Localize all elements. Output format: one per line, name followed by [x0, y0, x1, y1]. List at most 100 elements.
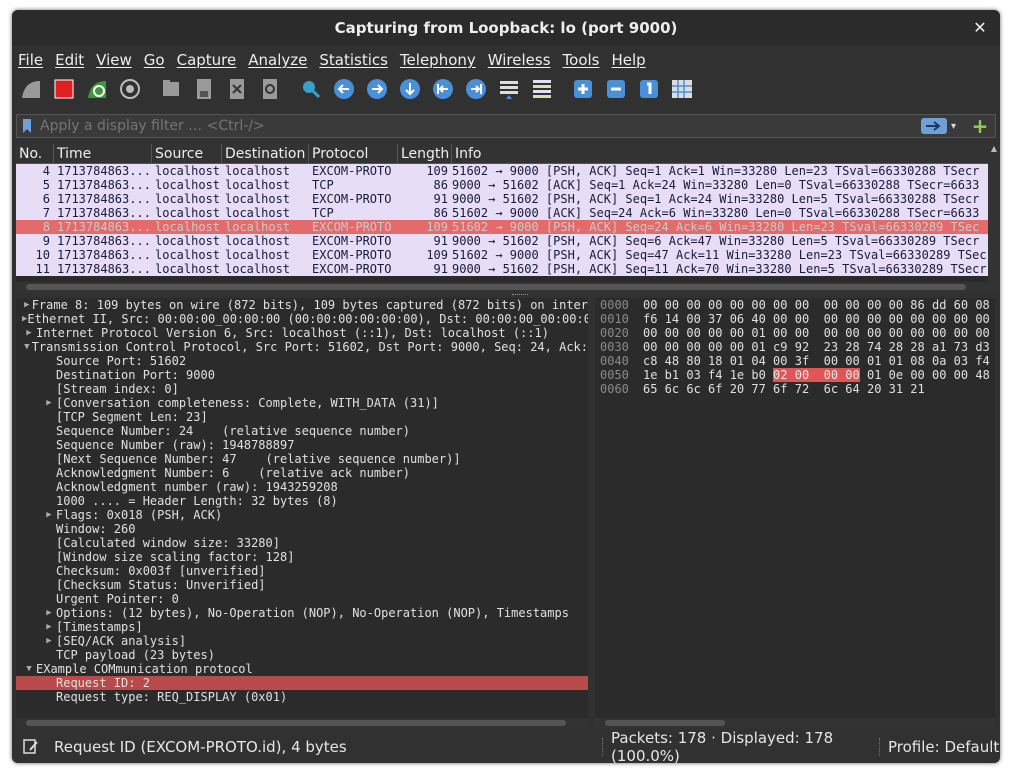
tree-item[interactable]: [Next Sequence Number: 47 (relative sequ…: [16, 452, 588, 466]
tree-item[interactable]: [Calculated window size: 33280]: [16, 536, 588, 550]
packet-row[interactable]: 8 1713784863... localhost localhost EXCOM-PR…: [16, 220, 1000, 234]
capture-options-button[interactable]: [115, 77, 144, 106]
scroll-thumb[interactable]: [26, 720, 566, 726]
tree-item[interactable]: Window: 260: [16, 522, 588, 536]
menu-analyze[interactable]: Analyze: [248, 51, 307, 69]
menu-telephony[interactable]: Telephony: [400, 51, 476, 69]
bookmark-icon[interactable]: [20, 115, 34, 137]
apply-filter-icon[interactable]: [921, 118, 947, 134]
column-header-protocol[interactable]: Protocol: [309, 144, 398, 164]
packet-row[interactable]: 11 1713784863... localhost localhost EXCOM-P…: [16, 262, 1000, 276]
expanded-arrow-icon[interactable]: ▼: [22, 662, 36, 676]
packet-row[interactable]: 10 1713784863... localhost localhost EXCOM-P…: [16, 248, 1000, 262]
column-header-info[interactable]: Info: [452, 144, 1000, 164]
hex-row[interactable]: 0050 1e b1 03 f4 1e b0 02 00 00 00 01 0e …: [595, 368, 995, 382]
tree-item[interactable]: ▼ Transmission Control Protocol, Src Port…: [16, 340, 588, 354]
resize-columns-button[interactable]: [667, 77, 696, 106]
tree-item[interactable]: Request type: REQ_DISPLAY (0x01): [16, 690, 588, 704]
tree-item[interactable]: Acknowledgment number (raw): 1943259208: [16, 480, 588, 494]
restart-capture-button[interactable]: [82, 77, 111, 106]
menu-tools[interactable]: Tools: [563, 51, 600, 69]
menu-file[interactable]: File: [18, 51, 43, 69]
normal-size-button[interactable]: [634, 77, 663, 106]
stop-capture-button[interactable]: [49, 77, 78, 106]
column-header-no[interactable]: No.: [16, 144, 54, 164]
packet-list-hscrollbar[interactable]: [16, 282, 1000, 292]
tree-item[interactable]: Sequence Number: 24 (relative sequence n…: [16, 424, 588, 438]
packet-row[interactable]: 6 1713784863... localhost localhost EXCOM-PR…: [16, 192, 1000, 206]
hex-row[interactable]: 0030 00 00 00 00 00 01 c9 92 23 28 74 28 …: [595, 340, 995, 354]
tree-item[interactable]: Request ID: 2: [16, 676, 588, 690]
tree-item[interactable]: ▶ Frame 8: 109 bytes on wire (872 bits), …: [16, 298, 588, 312]
column-header-source[interactable]: Source: [152, 144, 222, 164]
tree-item[interactable]: ▶ Internet Protocol Version 6, Src: local…: [16, 326, 588, 340]
hex-row[interactable]: 0000 00 00 00 00 00 00 00 00 00 00 00 00 …: [595, 298, 995, 312]
hex-row[interactable]: 0060 65 6c 6c 6f 20 77 6f 72 6c 64 20 31 …: [595, 382, 995, 396]
column-header-length[interactable]: Length: [398, 144, 452, 164]
tree-item[interactable]: [Window size scaling factor: 128]: [16, 550, 588, 564]
tree-item[interactable]: [Stream index: 0]: [16, 382, 588, 396]
splitter-grip[interactable]: [512, 294, 528, 297]
hex-row[interactable]: 0010 f6 14 00 37 06 40 00 00 00 00 00 00 …: [595, 312, 995, 326]
menu-view[interactable]: View: [96, 51, 132, 69]
open-file-button[interactable]: [156, 77, 185, 106]
tree-item[interactable]: [Checksum Status: Unverified]: [16, 578, 588, 592]
zoom-out-button[interactable]: [601, 77, 630, 106]
menu-capture[interactable]: Capture: [177, 51, 237, 69]
collapsed-arrow-icon[interactable]: ▶: [42, 634, 56, 648]
menu-statistics[interactable]: Statistics: [319, 51, 388, 69]
tree-item[interactable]: ▶ [Conversation completeness: Complete, W…: [16, 396, 588, 410]
tree-item[interactable]: 1000 .... = Header Length: 32 bytes (8): [16, 494, 588, 508]
go-forward-button[interactable]: [362, 77, 391, 106]
last-packet-button[interactable]: [461, 77, 490, 106]
collapsed-arrow-icon[interactable]: ▶: [42, 606, 56, 620]
close-icon[interactable]: ✕: [970, 18, 990, 38]
menu-help[interactable]: Help: [611, 51, 645, 69]
packet-row[interactable]: 9 1713784863... localhost localhost EXCOM-PR…: [16, 234, 1000, 248]
colorize-button[interactable]: [527, 77, 556, 106]
vertical-splitter[interactable]: [589, 298, 593, 728]
packet-list-scrollbar[interactable]: ▲: [988, 144, 1000, 282]
go-to-packet-button[interactable]: [395, 77, 424, 106]
menu-edit[interactable]: Edit: [55, 51, 84, 69]
go-back-button[interactable]: [329, 77, 358, 106]
tree-item[interactable]: Source Port: 51602: [16, 354, 588, 368]
collapsed-arrow-icon[interactable]: ▶: [42, 620, 56, 634]
details-hscrollbar[interactable]: [16, 718, 588, 728]
zoom-in-button[interactable]: [568, 77, 597, 106]
edit-comment-icon[interactable]: [22, 738, 40, 756]
tree-item[interactable]: ▶ Ethernet II, Src: 00:00:00_00:00:00 (00…: [16, 312, 588, 326]
collapsed-arrow-icon[interactable]: ▶: [42, 508, 56, 522]
tree-item[interactable]: ▼ EXample COMmunication protocol: [16, 662, 588, 676]
start-capture-button[interactable]: [16, 77, 45, 106]
collapsed-arrow-icon[interactable]: ▶: [22, 298, 32, 312]
packet-row[interactable]: 7 1713784863... localhost localhost TCP 86 516…: [16, 206, 1000, 220]
tree-item[interactable]: Checksum: 0x003f [unverified]: [16, 564, 588, 578]
menu-go[interactable]: Go: [144, 51, 165, 69]
packet-row[interactable]: 4 1713784863... localhost localhost EXCOM-PR…: [16, 164, 1000, 178]
autoscroll-button[interactable]: [494, 77, 523, 106]
column-header-time[interactable]: Time: [54, 144, 152, 164]
scroll-thumb[interactable]: [605, 720, 725, 726]
tree-item[interactable]: ▶ [Timestamps]: [16, 620, 588, 634]
tree-item[interactable]: [TCP Segment Len: 23]: [16, 410, 588, 424]
collapsed-arrow-icon[interactable]: ▶: [22, 326, 36, 340]
tree-item[interactable]: TCP payload (23 bytes): [16, 648, 588, 662]
hex-row[interactable]: 0020 00 00 00 00 00 01 00 00 00 00 00 00 …: [595, 326, 995, 340]
close-file-button[interactable]: [222, 77, 251, 106]
tree-item[interactable]: Acknowledgment Number: 6 (relative ack n…: [16, 466, 588, 480]
filter-history-dropdown[interactable]: ▾: [951, 121, 965, 132]
column-header-destination[interactable]: Destination: [222, 144, 309, 164]
tree-item[interactable]: Sequence Number (raw): 1948788897: [16, 438, 588, 452]
display-filter-input[interactable]: [34, 115, 921, 137]
tree-item[interactable]: ▶ [SEQ/ACK analysis]: [16, 634, 588, 648]
packet-row[interactable]: 5 1713784863... localhost localhost TCP 86 900…: [16, 178, 1000, 192]
collapsed-arrow-icon[interactable]: ▶: [42, 396, 56, 410]
hex-row[interactable]: 0040 c8 48 80 18 01 04 00 3f 00 00 01 01 …: [595, 354, 995, 368]
tree-item[interactable]: Urgent Pointer: 0: [16, 592, 588, 606]
reload-file-button[interactable]: [255, 77, 284, 106]
tree-item[interactable]: ▶ Options: (12 bytes), No-Operation (NOP)…: [16, 606, 588, 620]
first-packet-button[interactable]: [428, 77, 457, 106]
save-file-button[interactable]: [189, 77, 218, 106]
scroll-thumb[interactable]: [26, 284, 966, 290]
